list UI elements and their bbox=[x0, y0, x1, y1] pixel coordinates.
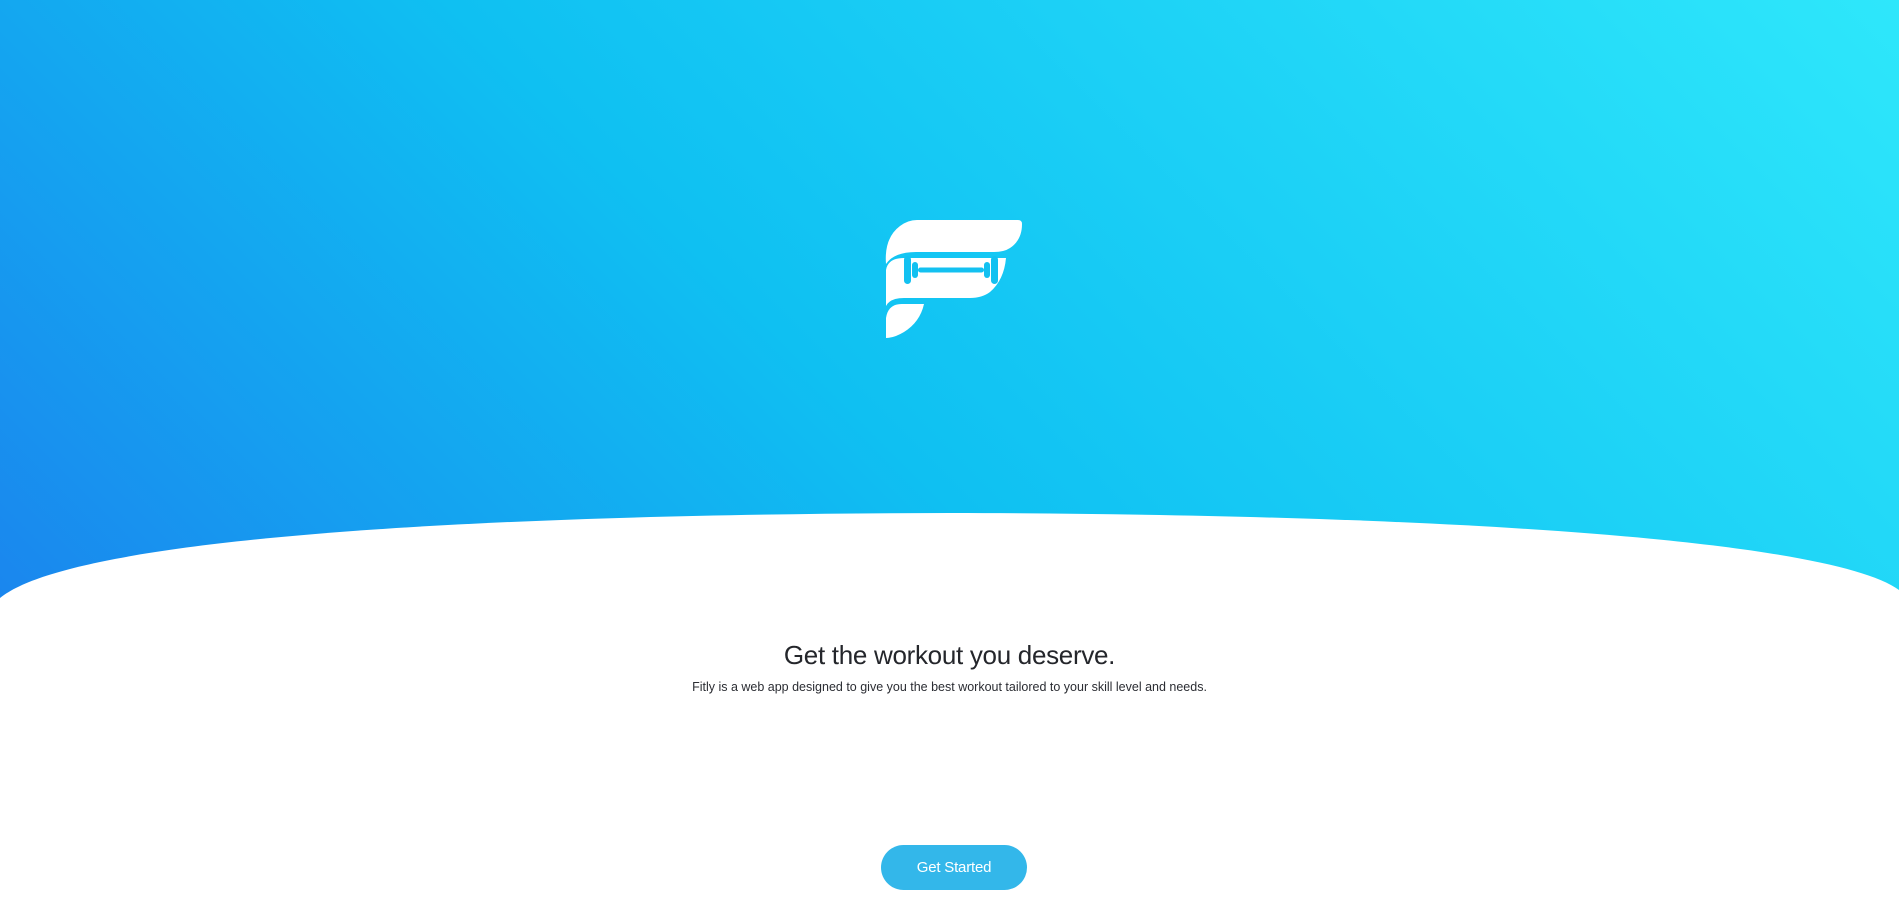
hero-banner bbox=[0, 0, 1899, 600]
intro-section: Get the workout you deserve. Fitly is a … bbox=[0, 638, 1899, 696]
landing-page: Get the workout you deserve. Fitly is a … bbox=[0, 0, 1899, 916]
page-headline: Get the workout you deserve. bbox=[783, 640, 1116, 670]
fitly-logo-icon bbox=[885, 220, 1022, 338]
app-description: Fitly is a web app designed to give you … bbox=[692, 680, 1207, 694]
get-started-button[interactable]: Get Started bbox=[881, 845, 1027, 890]
